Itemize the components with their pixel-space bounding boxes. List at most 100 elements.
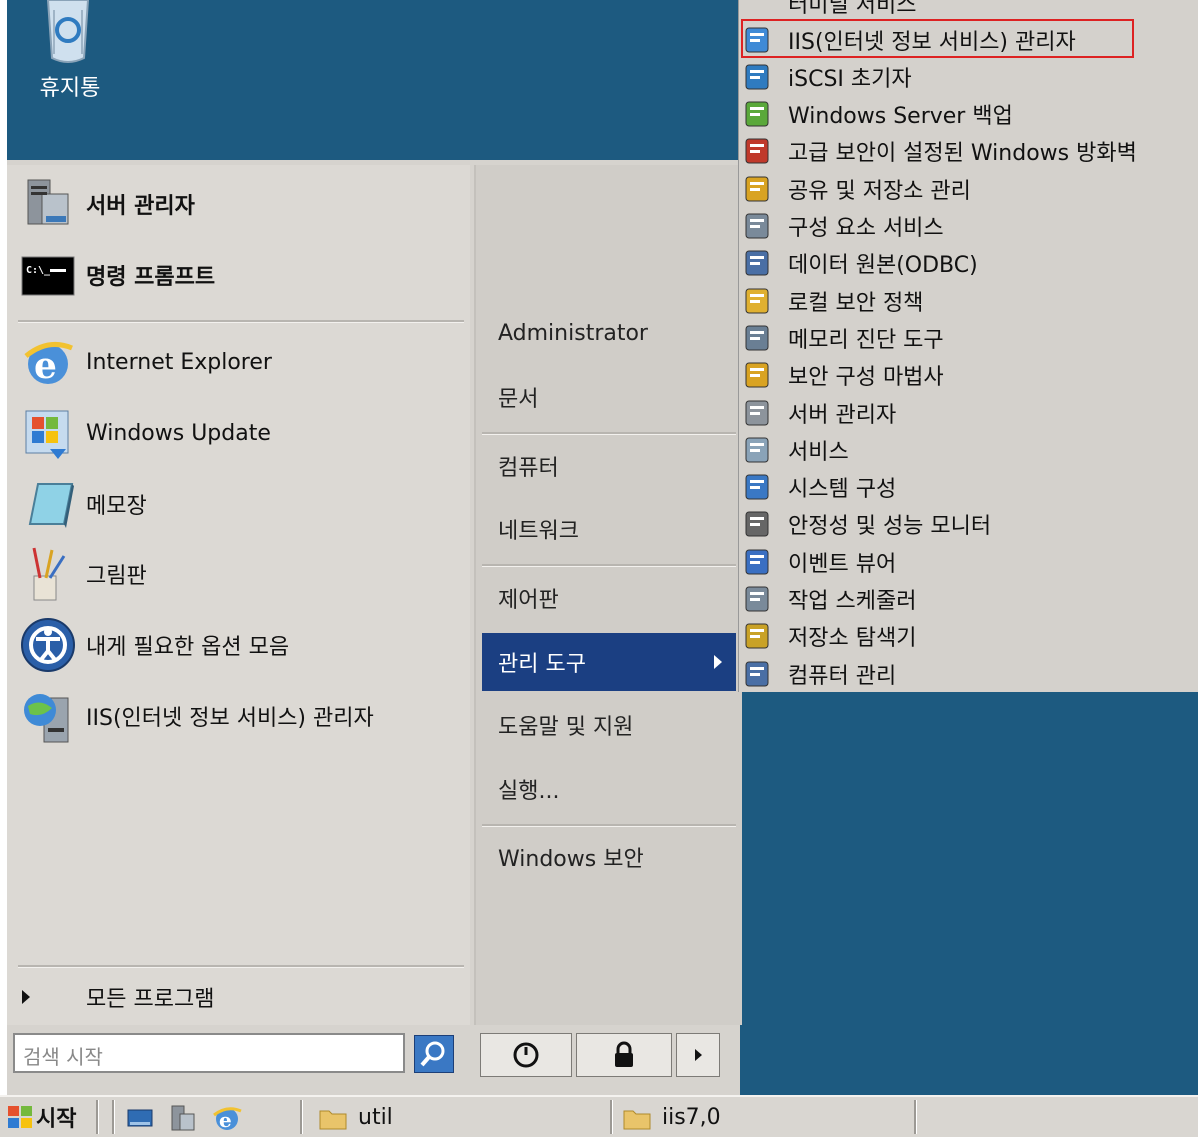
taskbar-separator — [914, 1100, 917, 1134]
shutdown-options-button[interactable] — [676, 1033, 720, 1077]
all-programs-arrow-icon — [22, 990, 30, 1004]
recycle-bin-label: 휴지통 — [39, 76, 101, 101]
right-run[interactable]: 실행... — [482, 760, 736, 818]
submenu-item[interactable]: 저장소 탐색기 — [738, 618, 916, 655]
submenu-label: iSCSI 초기자 — [788, 66, 912, 92]
system-config-icon — [742, 472, 776, 502]
internet-explorer-icon: e — [20, 334, 76, 390]
menu-divider — [482, 432, 736, 435]
all-programs[interactable]: 모든 프로그램 — [20, 980, 214, 1014]
pinned-server-manager[interactable]: 서버 관리자 — [20, 176, 195, 232]
recent-internet-explorer[interactable]: e Internet Explorer — [20, 334, 272, 390]
right-documents[interactable]: 문서 — [482, 368, 736, 426]
recent-label: 메모장 — [86, 494, 147, 519]
right-network[interactable]: 네트워크 — [482, 500, 736, 558]
component-services-icon — [742, 211, 776, 241]
submenu-label: 터미널 서비스 — [788, 0, 917, 18]
arrow-right-icon — [694, 1049, 702, 1061]
search-button[interactable] — [414, 1035, 454, 1073]
svg-text:C:\_: C:\_ — [26, 265, 51, 276]
firewall-icon — [742, 136, 776, 166]
recent-notepad[interactable]: 메모장 — [20, 476, 147, 532]
right-documents-label: 문서 — [498, 387, 539, 412]
submenu-label: 데이터 원본(ODBC) — [788, 253, 978, 279]
quicklaunch-server-manager[interactable] — [168, 1100, 198, 1135]
terminal-services-icon — [742, 0, 776, 18]
right-computer[interactable]: 컴퓨터 — [482, 437, 736, 495]
submenu-label: 보안 구성 마법사 — [788, 365, 944, 391]
recycle-bin[interactable]: 휴지통 — [28, 0, 112, 110]
taskbar-separator — [96, 1100, 99, 1134]
recent-label: IIS(인터넷 정보 서비스) 관리자 — [86, 706, 374, 731]
recent-windows-update[interactable]: Windows Update — [20, 405, 271, 461]
right-windows-security[interactable]: Windows 보안 — [482, 828, 736, 886]
submenu-item[interactable]: 로컬 보안 정책 — [738, 282, 923, 319]
submenu-item[interactable]: 작업 스케줄러 — [738, 581, 916, 618]
right-administrator[interactable]: Administrator — [482, 304, 736, 362]
right-windows-security-label: Windows 보안 — [498, 847, 644, 872]
local-security-policy-icon — [742, 286, 776, 316]
server-manager-icon — [20, 176, 76, 232]
share-storage-icon — [742, 174, 776, 204]
command-prompt-icon: C:\_ — [20, 247, 76, 303]
server-manager-icon — [171, 1105, 195, 1130]
right-admin-tools[interactable]: 관리 도구 — [482, 633, 736, 691]
paint-icon — [20, 546, 76, 602]
right-control-panel[interactable]: 제어판 — [482, 569, 736, 627]
submenu-label: 구성 요소 서비스 — [788, 216, 944, 241]
taskbar-separator — [112, 1100, 115, 1134]
recent-paint[interactable]: 그림판 — [20, 546, 147, 602]
submenu-label: 고급 보안이 설정된 Windows 방화벽 — [788, 141, 1137, 167]
right-control-panel-label: 제어판 — [498, 588, 559, 613]
recycle-bin-icon — [46, 0, 90, 63]
menu-divider — [18, 965, 464, 968]
submenu-label: 이벤트 뷰어 — [788, 551, 897, 577]
right-help-label: 도움말 및 지원 — [498, 715, 634, 740]
submenu-item[interactable]: 컴퓨터 관리 — [738, 655, 896, 692]
submenu-item[interactable]: 데이터 원본(ODBC) — [738, 245, 978, 282]
submenu-item[interactable]: 보안 구성 마법사 — [738, 357, 944, 394]
recent-iis-manager[interactable]: IIS(인터넷 정보 서비스) 관리자 — [20, 688, 374, 744]
performance-monitor-icon — [742, 509, 776, 539]
search-input[interactable]: 검색 시작 — [13, 1033, 405, 1073]
quicklaunch-show-desktop[interactable] — [126, 1100, 156, 1135]
submenu-item[interactable]: 이벤트 뷰어 — [738, 543, 896, 580]
all-programs-label: 모든 프로그램 — [86, 987, 215, 1012]
submenu-label: 작업 스케줄러 — [788, 589, 917, 614]
submenu-label: 공유 및 저장소 관리 — [788, 178, 971, 204]
internet-explorer-icon: e — [213, 1106, 242, 1132]
pinned-label: 서버 관리자 — [86, 194, 195, 219]
submenu-label: 서비스 — [788, 439, 849, 465]
submenu-item[interactable]: 시스템 구성 — [738, 469, 896, 506]
memory-diagnostic-icon — [742, 323, 776, 353]
services-icon — [742, 435, 776, 465]
task-label: util — [358, 1105, 393, 1130]
right-network-label: 네트워크 — [498, 519, 579, 544]
right-help[interactable]: 도움말 및 지원 — [482, 696, 736, 754]
power-button[interactable] — [480, 1033, 572, 1077]
submenu-label: 시스템 구성 — [788, 477, 897, 503]
taskbar-window-iis70[interactable]: iis7,0 — [622, 1100, 912, 1135]
submenu-item-partial[interactable]: 터미널 서비스 — [738, 0, 916, 21]
submenu-item[interactable]: 서비스 — [738, 431, 849, 468]
submenu-item[interactable]: 고급 보안이 설정된 Windows 방화벽 — [738, 133, 1137, 170]
taskbar-window-util[interactable]: util — [318, 1100, 608, 1135]
submenu-item[interactable]: 안정성 및 성능 모니터 — [738, 506, 991, 543]
recent-ease-of-access[interactable]: 내게 필요한 옵션 모음 — [20, 617, 289, 673]
submenu-item[interactable]: 공유 및 저장소 관리 — [738, 170, 971, 207]
start-button[interactable]: 시작 — [4, 1100, 76, 1134]
submenu-item[interactable]: 서버 관리자 — [738, 394, 896, 431]
lock-button[interactable] — [576, 1033, 672, 1077]
submenu-label: 로컬 보안 정책 — [788, 290, 924, 316]
quicklaunch-internet-explorer[interactable]: e — [212, 1100, 242, 1135]
pinned-command-prompt[interactable]: C:\_ 명령 프롬프트 — [20, 247, 215, 303]
submenu-item[interactable]: 구성 요소 서비스 — [738, 208, 944, 245]
submenu-item[interactable]: iSCSI 초기자 — [738, 58, 912, 95]
iis-manager-icon — [20, 688, 76, 744]
submenu-item[interactable]: Windows Server 백업 — [738, 96, 1013, 133]
submenu-item[interactable]: 메모리 진단 도구 — [738, 319, 944, 356]
recent-label: 내게 필요한 옵션 모음 — [86, 635, 290, 660]
right-admin-tools-label: 관리 도구 — [498, 652, 586, 677]
power-icon — [513, 1042, 539, 1068]
submenu-label: Windows Server 백업 — [788, 104, 1013, 130]
